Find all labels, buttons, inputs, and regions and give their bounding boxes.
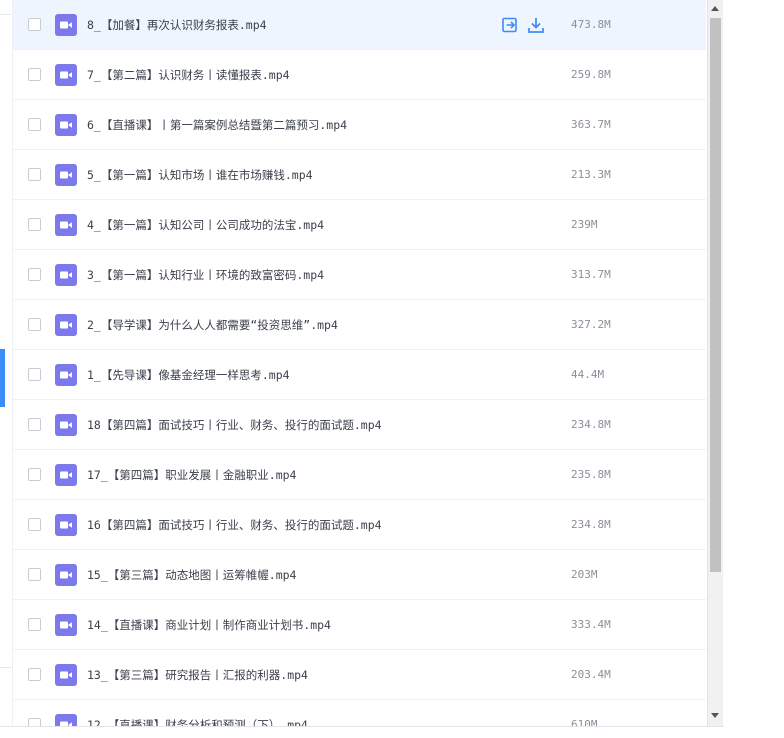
file-row[interactable]: 12_【直播课】财务分析和预测（下）.mp4 610M [13, 700, 706, 726]
video-file-icon [55, 664, 77, 686]
scroll-up-arrow-icon[interactable] [711, 6, 719, 11]
file-name[interactable]: 2_【导学课】为什么人人都需要“投资思维”.mp4 [87, 300, 338, 350]
file-row[interactable]: 1_【先导课】像基金经理一样思考.mp4 44.4M [13, 350, 706, 400]
file-size: 234.8M [571, 518, 611, 531]
scroll-thumb[interactable] [710, 18, 721, 572]
scroll-down-arrow-icon[interactable] [711, 713, 719, 718]
file-name[interactable]: 16【第四篇】面试技巧丨行业、财务、投行的面试题.mp4 [87, 500, 382, 550]
video-file-icon [55, 564, 77, 586]
file-name[interactable]: 4_【第一篇】认知公司丨公司成功的法宝.mp4 [87, 200, 324, 250]
file-size: 44.4M [571, 368, 605, 381]
file-size: 363.7M [571, 118, 611, 131]
video-file-icon [55, 314, 77, 336]
row-checkbox[interactable] [28, 518, 41, 531]
file-name[interactable]: 7_【第二篇】认识财务丨读懂报表.mp4 [87, 50, 290, 100]
row-checkbox[interactable] [28, 18, 41, 31]
file-name[interactable]: 15_【第三篇】动态地图丨运筹帷幄.mp4 [87, 550, 296, 600]
file-row[interactable]: 3_【第一篇】认知行业丨环境的致富密码.mp4 313.7M [13, 250, 706, 300]
sidebar-active-indicator [0, 349, 5, 407]
row-checkbox[interactable] [28, 468, 41, 481]
file-row[interactable]: 7_【第二篇】认识财务丨读懂报表.mp4 259.8M [13, 50, 706, 100]
file-name[interactable]: 3_【第一篇】认知行业丨环境的致富密码.mp4 [87, 250, 324, 300]
share-icon[interactable] [501, 16, 519, 34]
video-file-icon [55, 114, 77, 136]
video-file-icon [55, 514, 77, 536]
file-size: 333.4M [571, 618, 611, 631]
video-file-icon [55, 364, 77, 386]
file-name[interactable]: 13_【第三篇】研究报告丨汇报的利器.mp4 [87, 650, 308, 700]
file-name[interactable]: 1_【先导课】像基金经理一样思考.mp4 [87, 350, 290, 400]
row-checkbox[interactable] [28, 568, 41, 581]
video-file-icon [55, 164, 77, 186]
file-row[interactable]: 13_【第三篇】研究报告丨汇报的利器.mp4 203.4M [13, 650, 706, 700]
file-size: 473.8M [571, 18, 611, 31]
file-size: 313.7M [571, 268, 611, 281]
file-size: 327.2M [571, 318, 611, 331]
video-file-icon [55, 414, 77, 436]
file-row[interactable]: 2_【导学课】为什么人人都需要“投资思维”.mp4 327.2M [13, 300, 706, 350]
file-name[interactable]: 8_【加餐】再次认识财务报表.mp4 [87, 0, 267, 50]
file-size: 610M [571, 718, 598, 726]
file-row[interactable]: 5_【第一篇】认知市场丨谁在市场赚钱.mp4 213.3M [13, 150, 706, 200]
file-size: 203M [571, 568, 598, 581]
row-checkbox[interactable] [28, 618, 41, 631]
file-size: 235.8M [571, 468, 611, 481]
row-checkbox[interactable] [28, 668, 41, 681]
file-size: 234.8M [571, 418, 611, 431]
row-checkbox[interactable] [28, 118, 41, 131]
file-row[interactable]: 16【第四篇】面试技巧丨行业、财务、投行的面试题.mp4 234.8M [13, 500, 706, 550]
file-list: 8_【加餐】再次认识财务报表.mp4 473.8M 7_【第二篇】认识财务丨读懂报表… [13, 0, 706, 726]
bottom-border [0, 726, 724, 738]
row-checkbox[interactable] [28, 68, 41, 81]
file-name[interactable]: 12_【直播课】财务分析和预测（下）.mp4 [87, 700, 308, 726]
file-size: 213.3M [571, 168, 611, 181]
video-file-icon [55, 214, 77, 236]
file-row[interactable]: 15_【第三篇】动态地图丨运筹帷幄.mp4 203M [13, 550, 706, 600]
row-checkbox[interactable] [28, 718, 41, 726]
file-name[interactable]: 14_【直播课】商业计划丨制作商业计划书.mp4 [87, 600, 331, 650]
row-checkbox[interactable] [28, 418, 41, 431]
video-file-icon [55, 264, 77, 286]
file-size: 239M [571, 218, 598, 231]
row-checkbox[interactable] [28, 368, 41, 381]
file-name[interactable]: 17_【第四篇】职业发展丨金融职业.mp4 [87, 450, 296, 500]
video-file-icon [55, 464, 77, 486]
file-row[interactable]: 18【第四篇】面试技巧丨行业、财务、投行的面试题.mp4 234.8M [13, 400, 706, 450]
file-size: 259.8M [571, 68, 611, 81]
file-row[interactable]: 6_【直播课】丨第一篇案例总结暨第二篇预习.mp4 363.7M [13, 100, 706, 150]
vertical-scrollbar[interactable] [707, 0, 723, 726]
row-checkbox[interactable] [28, 268, 41, 281]
row-checkbox[interactable] [28, 218, 41, 231]
file-name[interactable]: 5_【第一篇】认知市场丨谁在市场赚钱.mp4 [87, 150, 313, 200]
video-file-icon [55, 714, 77, 726]
file-row[interactable]: 4_【第一篇】认知公司丨公司成功的法宝.mp4 239M [13, 200, 706, 250]
video-file-icon [55, 14, 77, 36]
file-size: 203.4M [571, 668, 611, 681]
row-checkbox[interactable] [28, 168, 41, 181]
video-file-icon [55, 614, 77, 636]
row-checkbox[interactable] [28, 318, 41, 331]
file-name[interactable]: 6_【直播课】丨第一篇案例总结暨第二篇预习.mp4 [87, 100, 347, 150]
file-name[interactable]: 18【第四篇】面试技巧丨行业、财务、投行的面试题.mp4 [87, 400, 382, 450]
download-icon[interactable] [527, 16, 545, 34]
file-row[interactable]: 14_【直播课】商业计划丨制作商业计划书.mp4 333.4M [13, 600, 706, 650]
video-file-icon [55, 64, 77, 86]
file-row[interactable]: 8_【加餐】再次认识财务报表.mp4 473.8M [13, 0, 706, 50]
file-row[interactable]: 17_【第四篇】职业发展丨金融职业.mp4 235.8M [13, 450, 706, 500]
